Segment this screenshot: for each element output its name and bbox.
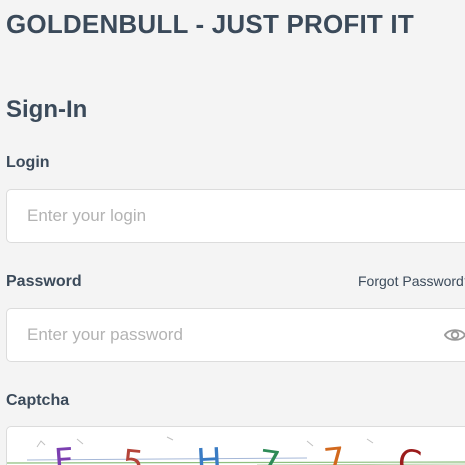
captcha-character: C bbox=[396, 442, 423, 465]
captcha-character: 7 bbox=[322, 440, 348, 465]
captcha-graphic: F 5 H 7 7 C bbox=[7, 436, 465, 465]
captcha-label: Captcha bbox=[6, 392, 70, 409]
login-field-container bbox=[6, 189, 465, 243]
captcha-character: 7 bbox=[256, 442, 283, 465]
eye-icon[interactable] bbox=[443, 325, 465, 345]
app-title: GOLDENBULL - JUST PROFIT IT bbox=[6, 9, 414, 39]
form-title: Sign-In bbox=[6, 96, 88, 123]
captcha-image: F 5 H 7 7 C bbox=[6, 426, 465, 465]
forgot-password-link[interactable]: Forgot Password? bbox=[358, 273, 465, 289]
login-label: Login bbox=[6, 154, 50, 171]
password-input[interactable] bbox=[7, 309, 465, 361]
password-label: Password bbox=[6, 273, 82, 290]
password-field-container bbox=[6, 308, 465, 362]
login-input[interactable] bbox=[7, 190, 465, 242]
captcha-character: F bbox=[53, 441, 75, 465]
captcha-character: 5 bbox=[120, 442, 146, 465]
captcha-character: H bbox=[195, 441, 223, 465]
sign-in-page: GOLDENBULL - JUST PROFIT IT Sign-In Logi… bbox=[0, 0, 465, 465]
